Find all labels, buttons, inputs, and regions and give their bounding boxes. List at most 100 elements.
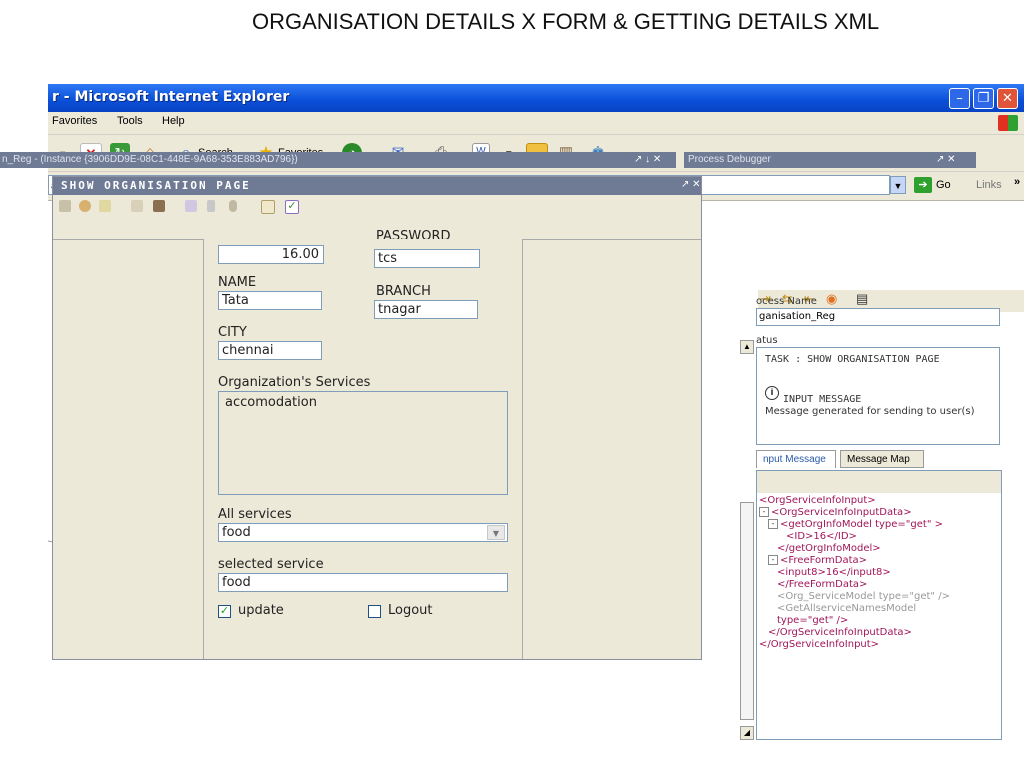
info-icon: i xyxy=(765,386,779,400)
xml-line: </getOrgInfoModel> xyxy=(759,543,999,555)
go-arrow-icon[interactable]: ➔ xyxy=(914,177,932,193)
password-label: PASSWORD xyxy=(376,229,451,239)
go-button[interactable]: Go xyxy=(936,179,951,191)
name-label: NAME xyxy=(218,275,257,290)
xml-line: type="get" /> xyxy=(759,615,999,627)
input-message-desc: Message generated for sending to user(s) xyxy=(765,406,975,417)
maximize-button[interactable]: ❐ xyxy=(973,88,994,109)
dialog-title: SHOW ORGANISATION PAGE xyxy=(61,179,251,192)
xml-line-text: </FreeFormData> xyxy=(777,579,868,590)
debugger-panel-header: Process Debugger ↗ ✕ xyxy=(684,152,976,168)
organisation-form: 16.00 PASSWORD tcs NAME Tata BRANCH tnag… xyxy=(203,230,523,659)
sun-icon[interactable] xyxy=(99,200,111,212)
tab-message-map[interactable]: Message Map xyxy=(840,450,924,468)
status-box: TASK : SHOW ORGANISATION PAGE i INPUT ME… xyxy=(756,347,1000,445)
menu-bar: Favorites Tools Help xyxy=(48,112,1024,135)
password-field[interactable]: tcs xyxy=(374,249,480,268)
menu-help[interactable]: Help xyxy=(162,115,185,127)
all-services-label: All services xyxy=(218,507,292,522)
xml-line: </FreeFormData> xyxy=(759,579,999,591)
xml-line: <input8>16</input8> xyxy=(759,567,999,579)
all-services-value: food xyxy=(222,525,251,540)
task-text: TASK : SHOW ORGANISATION PAGE xyxy=(765,354,940,365)
status-label: atus xyxy=(756,335,778,346)
chevron-down-icon[interactable]: ▼ xyxy=(487,525,505,540)
xml-line: <OrgServiceInfoInput> xyxy=(759,495,999,507)
branch-field[interactable]: tnagar xyxy=(374,300,478,319)
xml-line-text: </OrgServiceInfoInput> xyxy=(759,639,880,650)
resize-grip-icon[interactable]: ◢ xyxy=(740,726,754,740)
xml-line-text: <GetAllserviceNamesModel xyxy=(777,603,917,614)
save-icon[interactable] xyxy=(59,200,71,212)
logout-checkbox[interactable] xyxy=(368,605,381,618)
dialog-toolbar: ✓ xyxy=(53,195,701,220)
selected-service-field[interactable]: food xyxy=(218,573,508,592)
selected-service-label: selected service xyxy=(218,557,324,572)
menu-favorites[interactable]: Favorites xyxy=(52,115,97,127)
debugger-header-label: Process Debugger xyxy=(688,154,771,165)
xml-viewer-band xyxy=(757,471,1001,493)
close-button[interactable]: ✕ xyxy=(997,88,1018,109)
process-name-field[interactable]: ganisation_Reg xyxy=(756,308,1000,326)
tree-collapse-icon[interactable]: - xyxy=(768,519,778,529)
instance-header-label: n_Reg - (Instance {3906DD9E-08C1-448E-9A… xyxy=(2,154,298,165)
info-icon[interactable] xyxy=(229,200,237,212)
xml-line[interactable]: - <OrgServiceInfoInputData> xyxy=(759,507,999,519)
window-titlebar[interactable]: r - Microsoft Internet Explorer – ❐ ✕ xyxy=(48,84,1024,112)
services-label: Organization's Services xyxy=(218,375,371,390)
document-icon[interactable] xyxy=(261,200,275,214)
slide-title: ORGANISATION DETAILS X FORM & GETTING DE… xyxy=(252,9,880,34)
comment-icon[interactable] xyxy=(185,200,197,212)
xml-line-text: </OrgServiceInfoInputData> xyxy=(768,627,912,638)
services-textarea[interactable]: accomodation xyxy=(218,391,508,495)
show-organisation-dialog: SHOW ORGANISATION PAGE ↗ ✕ ✓ 16.00 PASSW… xyxy=(52,176,702,660)
lock-icon[interactable] xyxy=(79,200,91,212)
update-checkbox[interactable]: ✓ xyxy=(218,605,231,618)
address-dropdown-icon[interactable]: ▼ xyxy=(890,176,906,194)
instance-panel-header: n_Reg - (Instance {3906DD9E-08C1-448E-9A… xyxy=(0,152,676,168)
attach-icon[interactable] xyxy=(207,200,215,212)
logout-label: Logout xyxy=(388,603,433,618)
xml-tree: <OrgServiceInfoInput> - <OrgServiceInfoInp… xyxy=(759,495,999,651)
dialog-controls-icon[interactable]: ↗ ✕ xyxy=(681,179,701,190)
xml-line: <ID>16</ID> xyxy=(759,531,999,543)
menu-tools[interactable]: Tools xyxy=(117,115,143,127)
xml-line: <GetAllserviceNamesModel xyxy=(759,603,999,615)
xml-line-text: </getOrgInfoModel> xyxy=(777,543,881,554)
xml-line: <Org_ServiceModel type="get" /> xyxy=(759,591,999,603)
panel-controls-icon[interactable]: ↗ ↓ ✕ xyxy=(634,152,661,168)
scroll-up-icon[interactable]: ▲ xyxy=(740,340,754,354)
name-field[interactable]: Tata xyxy=(218,291,322,310)
city-label: CITY xyxy=(218,325,247,340)
xml-line[interactable]: - <getOrgInfoModel type="get" > xyxy=(759,519,999,531)
windows-logo-icon xyxy=(998,115,1018,131)
xml-line[interactable]: - <FreeFormData> xyxy=(759,555,999,567)
xml-line-text: <OrgServiceInfoInputData> xyxy=(771,507,912,518)
scrollbar-thumb[interactable] xyxy=(740,502,754,720)
window-title: r - Microsoft Internet Explorer xyxy=(52,89,290,105)
breakpoint-icon[interactable]: ◉ xyxy=(826,291,837,307)
process-name-label: ocess Name xyxy=(756,296,817,307)
xml-line-text: <Org_ServiceModel type="get" /> xyxy=(777,591,950,602)
id-field[interactable]: 16.00 xyxy=(218,245,324,264)
tree-collapse-icon[interactable]: - xyxy=(759,507,769,517)
all-services-select[interactable]: food ▼ xyxy=(218,523,508,542)
city-field[interactable]: chennai xyxy=(218,341,322,360)
copy-icon[interactable] xyxy=(131,200,143,212)
links-button[interactable]: Links xyxy=(976,179,1002,191)
tree-collapse-icon[interactable]: - xyxy=(768,555,778,565)
minimize-button[interactable]: – xyxy=(949,88,970,109)
dialog-header: SHOW ORGANISATION PAGE ↗ ✕ xyxy=(53,177,701,195)
tab-input-message[interactable]: nput Message xyxy=(756,450,836,468)
xml-line-text: <getOrgInfoModel type="get" > xyxy=(780,519,943,530)
grid-icon[interactable] xyxy=(153,200,165,212)
properties-icon[interactable]: ▤ xyxy=(856,291,868,307)
debugger-controls-icon[interactable]: ↗ ✕ xyxy=(936,152,956,168)
xml-line-text: <FreeFormData> xyxy=(780,555,868,566)
message-tabs: nput Message Message Map xyxy=(756,450,1024,470)
xml-line-text: type="get" /> xyxy=(777,615,849,626)
input-message-title: INPUT MESSAGE xyxy=(783,394,862,405)
approve-icon[interactable]: ✓ xyxy=(285,200,299,214)
chevron-right-icon[interactable]: » xyxy=(1014,176,1020,188)
xml-line-text: <OrgServiceInfoInput> xyxy=(759,495,876,506)
